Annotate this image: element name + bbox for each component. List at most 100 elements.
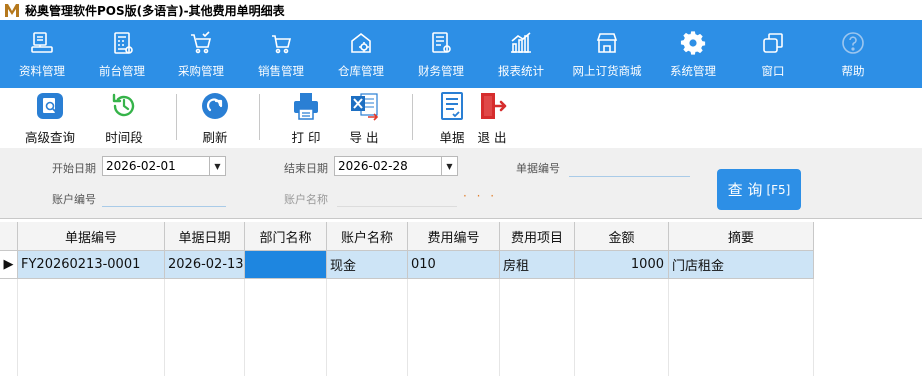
menu-window[interactable]: 窗口: [745, 20, 801, 88]
windows-icon: [763, 33, 783, 53]
grid-line: [407, 279, 408, 376]
menu-warehouse[interactable]: 仓库管理: [333, 20, 389, 88]
column-header[interactable]: 金额: [575, 222, 669, 251]
menu-finance[interactable]: 财务管理: [413, 20, 469, 88]
toolbar-separator: [176, 94, 177, 140]
grid-line: [574, 279, 575, 376]
fee-item-cell[interactable]: 房租: [500, 251, 575, 279]
account-no-label: 账户编号: [52, 193, 96, 206]
menu-front-desk[interactable]: 前台管理: [94, 20, 150, 88]
start-date-label: 开始日期: [52, 162, 96, 175]
document-stamp-icon: [31, 32, 53, 53]
time-range-button[interactable]: 时间段: [96, 88, 152, 148]
grid-line: [668, 279, 669, 376]
menu-label: 报表统计: [498, 64, 544, 78]
menu-label: 前台管理: [99, 64, 145, 78]
amount-cell[interactable]: 1000: [575, 251, 669, 279]
column-header[interactable]: 单据编号: [18, 222, 165, 251]
account-name-field: [337, 187, 457, 207]
doc-no-cell[interactable]: FY20260213-0001: [18, 251, 165, 279]
document-list-icon: [441, 92, 463, 120]
grid-header: 单据编号 单据日期 部门名称 账户名称 费用编号 费用项目 金额 摘要: [0, 222, 814, 251]
document-button[interactable]: 单据: [432, 88, 472, 148]
toolbar-label: 退 出: [477, 130, 507, 145]
toolbar-label: 单据: [439, 130, 465, 145]
menu-label: 财务管理: [418, 64, 464, 78]
start-date-picker[interactable]: 2026-02-01 ▼: [102, 156, 226, 176]
search-document-icon: [37, 93, 63, 119]
grid-line: [326, 279, 327, 376]
end-date-picker[interactable]: 2026-02-28 ▼: [334, 156, 458, 176]
query-button[interactable]: 查 询 [F5]: [717, 169, 801, 210]
doc-date-cell[interactable]: 2026-02-13: [165, 251, 245, 279]
gear-icon: [680, 31, 706, 55]
column-header[interactable]: 摘要: [669, 222, 814, 251]
menu-reports[interactable]: 报表统计: [493, 20, 549, 88]
start-date-value: 2026-02-01: [106, 159, 176, 173]
menu-help[interactable]: 帮助: [825, 20, 881, 88]
toolbar-label: 高级查询: [24, 130, 75, 145]
exit-button[interactable]: 退 出: [470, 88, 514, 148]
menu-label: 资料管理: [19, 64, 65, 78]
grid-line: [813, 279, 814, 376]
pos-register-icon: [114, 32, 133, 54]
chevron-down-icon[interactable]: ▼: [441, 157, 457, 175]
help-icon: [842, 32, 864, 54]
storefront-icon: [596, 33, 618, 53]
main-window: 秘奥管理软件POS版(多语言)-其他费用单明细表 资料管理 前台管理 采购管理: [0, 0, 922, 376]
row-indicator[interactable]: ▶: [0, 251, 18, 279]
query-button-label: 查 询: [727, 181, 763, 199]
toolbar-label: 导 出: [349, 130, 379, 145]
menu-label: 网上订货商城: [572, 64, 642, 78]
menu-label: 帮助: [841, 64, 865, 78]
toolbar: 高级查询 时间段 刷新 打 印 导 出 单据 退 出: [0, 88, 922, 148]
menu-purchase[interactable]: 采购管理: [173, 20, 229, 88]
grid-line: [17, 279, 18, 376]
shopping-cart-check-icon: [191, 31, 212, 54]
column-header[interactable]: 部门名称: [245, 222, 327, 251]
exit-door-icon: [481, 93, 507, 119]
grid-line: [499, 279, 500, 376]
bar-chart-icon: [511, 32, 531, 53]
grid-empty-area: [0, 279, 922, 376]
menu-sales[interactable]: 销售管理: [253, 20, 309, 88]
account-lookup-button[interactable]: · · ·: [463, 189, 497, 203]
account-no-field[interactable]: [102, 187, 226, 207]
menu-online-mall[interactable]: 网上订货商城: [566, 20, 648, 88]
menu-label: 采购管理: [178, 64, 224, 78]
account-name-label: 账户名称: [284, 193, 328, 206]
filter-panel: 开始日期 2026-02-01 ▼ 结束日期 2026-02-28 ▼ 单据编号…: [0, 148, 922, 218]
excel-export-icon: [351, 93, 379, 121]
menu-label: 系统管理: [670, 64, 716, 78]
menu-system[interactable]: 系统管理: [665, 20, 721, 88]
account-no-input[interactable]: [102, 187, 226, 206]
app-logo-icon: [3, 1, 21, 19]
dept-name-cell[interactable]: [245, 251, 327, 279]
column-header[interactable]: 费用项目: [500, 222, 575, 251]
column-header[interactable]: 费用编号: [408, 222, 500, 251]
data-grid: 单据编号 单据日期 部门名称 账户名称 费用编号 费用项目 金额 摘要 ▶ FY…: [0, 218, 922, 376]
refresh-button[interactable]: 刷新: [192, 88, 238, 148]
summary-cell[interactable]: 门店租金: [669, 251, 814, 279]
export-button[interactable]: 导 出: [341, 88, 387, 148]
title-bar: 秘奥管理软件POS版(多语言)-其他费用单明细表: [0, 0, 922, 20]
menu-data-management[interactable]: 资料管理: [14, 20, 70, 88]
print-button[interactable]: 打 印: [283, 88, 329, 148]
account-name-cell[interactable]: 现金: [327, 251, 408, 279]
refresh-icon: [202, 93, 228, 119]
toolbar-label: 打 印: [291, 130, 321, 145]
column-header[interactable]: 单据日期: [165, 222, 245, 251]
column-header[interactable]: 账户名称: [327, 222, 408, 251]
doc-no-field[interactable]: [569, 157, 690, 177]
doc-no-input[interactable]: [569, 157, 690, 176]
toolbar-separator: [259, 94, 260, 140]
fee-code-cell[interactable]: 010: [408, 251, 500, 279]
cart-icon: [272, 35, 292, 54]
table-row[interactable]: ▶ FY20260213-0001 2026-02-13 现金 010 房租 1…: [0, 251, 814, 279]
menu-label: 仓库管理: [338, 64, 384, 78]
main-menu-bar: 资料管理 前台管理 采购管理 销售管理 仓库管理 财务管理 报表统计 网上订货商…: [0, 20, 922, 88]
advanced-query-button[interactable]: 高级查询: [20, 88, 80, 148]
window-title: 秘奥管理软件POS版(多语言)-其他费用单明细表: [25, 3, 285, 18]
chevron-down-icon[interactable]: ▼: [209, 157, 225, 175]
clock-history-icon: [112, 93, 135, 117]
